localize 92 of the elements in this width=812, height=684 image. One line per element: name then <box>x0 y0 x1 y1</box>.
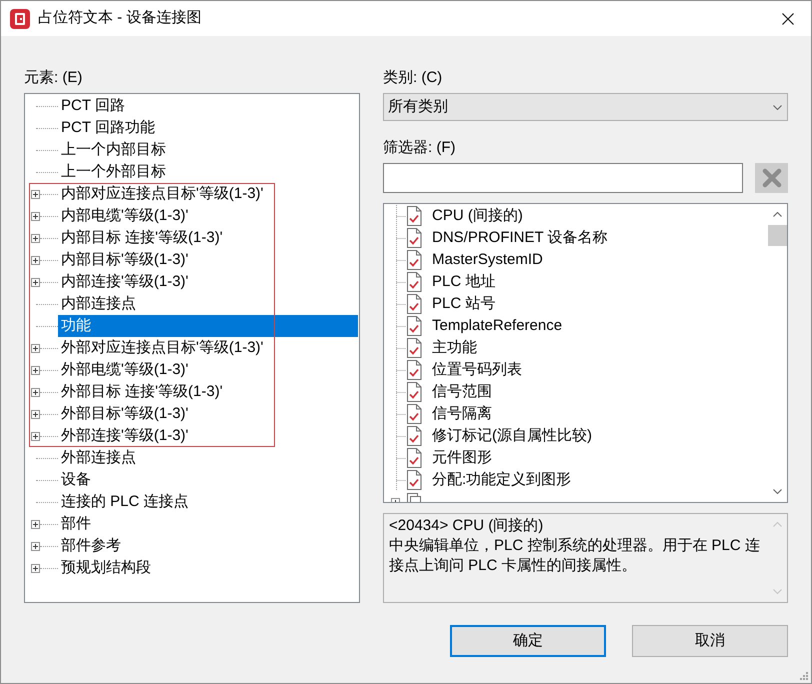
tree-item[interactable]: 功能 <box>58 315 358 337</box>
document-check-icon <box>406 294 422 314</box>
filter-label: 筛选器: (F) <box>383 138 456 158</box>
elements-label: 元素: (E) <box>24 68 82 88</box>
document-check-icon <box>406 338 422 358</box>
category-label: 类别: (C) <box>383 68 442 88</box>
expand-icon[interactable] <box>31 564 40 572</box>
chevron-down-icon[interactable] <box>773 104 782 110</box>
chevron-down-icon[interactable] <box>773 489 782 494</box>
document-check-icon <box>406 316 422 336</box>
expand-icon[interactable] <box>31 388 40 396</box>
tree-item[interactable]: 上一个内部目标 <box>58 139 169 161</box>
tree-line <box>396 315 406 337</box>
document-check-icon <box>406 426 422 446</box>
tree-item[interactable]: 外部目标'等级(1-3)' <box>58 403 192 425</box>
document-check-icon <box>406 448 422 468</box>
window-title: 占位符文本 - 设备连接图 <box>38 8 202 28</box>
tree-line <box>396 337 406 359</box>
tree-item[interactable]: 内部连接点 <box>58 293 139 315</box>
tree-item[interactable]: 预规划结构段 <box>58 557 154 579</box>
category-dropdown[interactable]: 所有类别 <box>383 93 788 121</box>
expand-icon[interactable] <box>31 520 40 528</box>
document-check-icon <box>406 360 422 380</box>
tree-line <box>396 403 406 425</box>
expand-icon[interactable] <box>31 366 40 374</box>
document-check-icon <box>406 382 422 402</box>
tree-line <box>396 425 406 447</box>
expand-icon[interactable] <box>31 234 40 242</box>
tree-item[interactable]: PCT 回路 <box>58 95 128 117</box>
filter-input[interactable] <box>383 163 743 193</box>
expand-icon[interactable] <box>31 256 40 264</box>
property-item[interactable]: CPU (间接的) <box>432 204 523 228</box>
description-text: 中央编辑单位，PLC 控制系统的处理器。用于在 PLC 连接点上询问 PLC 卡属性的间接属性。 <box>389 536 761 576</box>
tree-item[interactable]: 外部目标 连接'等级(1-3)' <box>58 381 226 403</box>
expand-icon[interactable] <box>31 410 40 418</box>
expand-icon[interactable] <box>31 542 40 550</box>
tree-item[interactable]: 内部目标 连接'等级(1-3)' <box>58 227 226 249</box>
app-logo-icon <box>10 8 30 28</box>
tree-item[interactable]: 上一个外部目标 <box>58 161 169 183</box>
tree-line <box>396 381 406 403</box>
property-item[interactable]: MasterSystemID <box>432 248 543 272</box>
tree-line <box>396 447 406 469</box>
document-check-icon <box>406 228 422 248</box>
tree-line <box>396 227 406 249</box>
tree-item[interactable]: 内部目标'等级(1-3)' <box>58 249 192 271</box>
chevron-up-icon[interactable] <box>773 212 782 217</box>
tree-line <box>396 205 406 227</box>
property-item[interactable]: 主功能 <box>432 336 477 360</box>
tree-item[interactable]: 内部对应连接点目标'等级(1-3)' <box>58 183 266 205</box>
tree-item[interactable]: 外部电缆'等级(1-3)' <box>58 359 192 381</box>
property-item[interactable]: PLC 地址 <box>432 270 496 294</box>
tree-item[interactable]: 部件 <box>58 513 94 535</box>
document-check-icon <box>406 404 422 424</box>
tree-line <box>396 359 406 381</box>
document-check-icon <box>406 206 422 226</box>
dialog-button[interactable]: 取消 <box>632 625 788 657</box>
dialog-button[interactable]: 确定 <box>450 625 606 657</box>
document-check-icon <box>406 272 422 292</box>
expand-icon[interactable] <box>31 278 40 286</box>
expand-icon[interactable] <box>31 432 40 440</box>
property-item[interactable]: 元件图形 <box>432 446 492 470</box>
property-item[interactable]: 信号隔离 <box>432 402 492 426</box>
tree-item[interactable]: 连接的 PLC 连接点 <box>58 491 192 513</box>
tree-line <box>396 293 406 315</box>
clear-icon <box>762 168 782 188</box>
property-item[interactable]: 分配:功能定义到图形 <box>432 468 572 492</box>
tree-item[interactable]: 外部连接点 <box>58 447 139 469</box>
tree-item[interactable]: 设备 <box>58 469 94 491</box>
property-item[interactable]: TemplateReference <box>432 314 562 338</box>
tree-item[interactable]: 部件参考 <box>58 535 124 557</box>
resize-grip-icon[interactable] <box>799 671 808 680</box>
tree-item[interactable]: PCT 回路功能 <box>58 117 158 139</box>
scrollbar-thumb[interactable] <box>768 225 787 246</box>
property-item[interactable]: 信号范围 <box>432 380 492 404</box>
tree-line <box>396 271 406 293</box>
property-item[interactable]: 位置号码列表 <box>432 358 522 382</box>
expand-icon[interactable] <box>31 190 40 198</box>
expand-icon[interactable] <box>31 212 40 220</box>
description-heading: <20434> CPU (间接的) <box>389 516 544 536</box>
tree-line <box>396 249 406 271</box>
document-check-icon <box>406 470 422 490</box>
close-icon <box>782 12 794 24</box>
tree-item[interactable]: 内部连接'等级(1-3)' <box>58 271 192 293</box>
expand-icon[interactable] <box>31 344 40 352</box>
property-item[interactable]: PLC 站号 <box>432 292 496 316</box>
property-item[interactable]: DNS/PROFINET 设备名称 <box>432 226 608 250</box>
tree-item[interactable]: 外部对应连接点目标'等级(1-3)' <box>58 337 266 359</box>
document-check-icon <box>406 250 422 270</box>
tree-item[interactable]: 内部电缆'等级(1-3)' <box>58 205 192 227</box>
tree-item[interactable]: 外部连接'等级(1-3)' <box>58 425 192 447</box>
tree-line <box>396 469 406 491</box>
property-item[interactable]: 修订标记(源自属性比较) <box>432 424 592 448</box>
